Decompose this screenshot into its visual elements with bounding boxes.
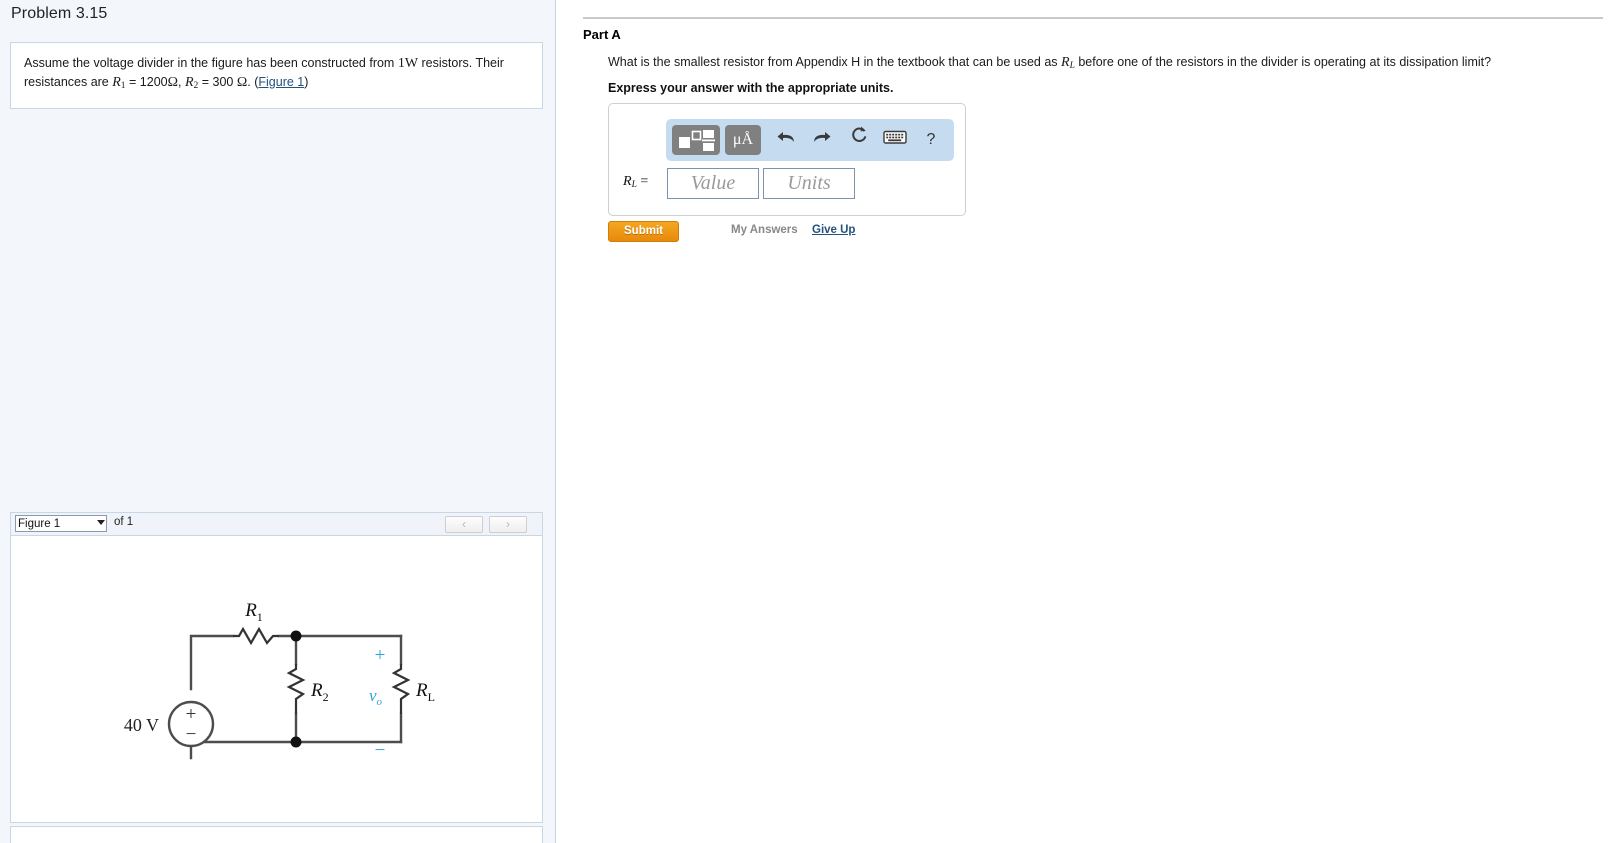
statement-r1-symbol: R [112, 75, 121, 90]
vo-label: vo [369, 686, 383, 708]
resistor-r1-symbol [233, 626, 279, 646]
statement-power-rating: 1W [397, 56, 419, 71]
resistor-rl-label: RL [415, 680, 435, 704]
source-minus-sign: − [186, 724, 197, 745]
math-toolbar: μÅ ? [666, 119, 954, 161]
source-voltage-label: 40 V [124, 715, 159, 735]
statement-r2-symbol: R [184, 75, 194, 90]
statement-separator: , [178, 75, 185, 89]
ohm-symbol-1: Ω [167, 75, 179, 90]
my-answers-link[interactable]: My Answers [731, 224, 798, 236]
resistor-rl-symbol [391, 664, 411, 714]
template-icon[interactable] [672, 125, 720, 155]
resistor-r2-symbol [286, 664, 306, 714]
value-input[interactable]: Value [667, 168, 759, 199]
answer-label-symbol: R [623, 174, 632, 189]
question-after: before one of the resistors in the divid… [1074, 55, 1492, 69]
keyboard-glyph [883, 130, 907, 144]
resistor-r2-label: R2 [310, 680, 329, 704]
circuit-diagram: + − 40 V R1 R2 RL + − vo [124, 600, 435, 761]
help-icon[interactable]: ? [914, 125, 948, 155]
node-top-dot [290, 630, 302, 642]
page-title: Problem 3.15 [11, 5, 108, 22]
template-icon-glyph [679, 130, 715, 151]
units-input[interactable]: Units [763, 168, 855, 199]
part-question-text: What is the smallest resistor from Appen… [608, 53, 1598, 75]
resistor-r1-label: R1 [244, 600, 263, 624]
question-rl-symbol: R [1061, 55, 1070, 70]
units-icon[interactable]: μÅ [725, 125, 761, 155]
answer-input-widget: μÅ ? RL = Value Units [608, 103, 966, 216]
right-answer-panel: Part A What is the smallest resistor fro… [557, 0, 1611, 843]
express-instruction: Express your answer with the appropriate… [608, 81, 894, 95]
undo-icon[interactable] [769, 125, 803, 155]
answer-label: RL = [623, 174, 648, 190]
undo-arrow-glyph [777, 132, 794, 142]
vo-plus-sign: + [375, 645, 386, 666]
give-up-link[interactable]: Give Up [812, 224, 855, 236]
redo-arrow-glyph [814, 132, 831, 142]
ohm-symbol-2: Ω [236, 75, 248, 90]
statement-period: . ( [247, 75, 259, 89]
reset-circular-arrow-glyph [852, 126, 867, 142]
figure-navigation-bar: Figure 1 of 1 ‹ › [10, 512, 543, 535]
statement-r1-value: = 1200 [125, 75, 168, 89]
section-divider [583, 17, 1603, 19]
redo-icon[interactable] [805, 125, 839, 155]
keyboard-icon[interactable] [878, 125, 912, 155]
part-title: Part A [583, 27, 621, 42]
reset-icon[interactable] [842, 125, 876, 155]
figure-count-label: of 1 [114, 516, 134, 528]
problem-statement-box: Assume the voltage divider in the figure… [10, 42, 543, 109]
question-before: What is the smallest resistor from Appen… [608, 55, 1062, 69]
statement-part-1: Assume the voltage divider in the figure… [24, 56, 398, 70]
figure-prev-button[interactable]: ‹ [445, 516, 483, 533]
problem-statement-text: Assume the voltage divider in the figure… [24, 54, 530, 96]
figure-secondary-panel [10, 826, 543, 843]
vo-minus-sign: − [375, 740, 386, 761]
node-bottom-dot [290, 736, 302, 748]
figure-1-link[interactable]: Figure 1 [258, 75, 304, 89]
statement-r2-value: = 300 [198, 75, 237, 89]
figure-container: + − 40 V R1 R2 RL + − vo [10, 535, 543, 823]
left-problem-panel: Problem 3.15 Assume the voltage divider … [0, 0, 556, 843]
figure-next-button[interactable]: › [489, 516, 527, 533]
answer-label-equals: = [636, 174, 649, 189]
statement-close-paren: ) [304, 75, 309, 89]
figure-select[interactable]: Figure 1 [15, 515, 107, 532]
source-plus-sign: + [186, 704, 197, 725]
submit-button[interactable]: Submit [608, 221, 679, 242]
